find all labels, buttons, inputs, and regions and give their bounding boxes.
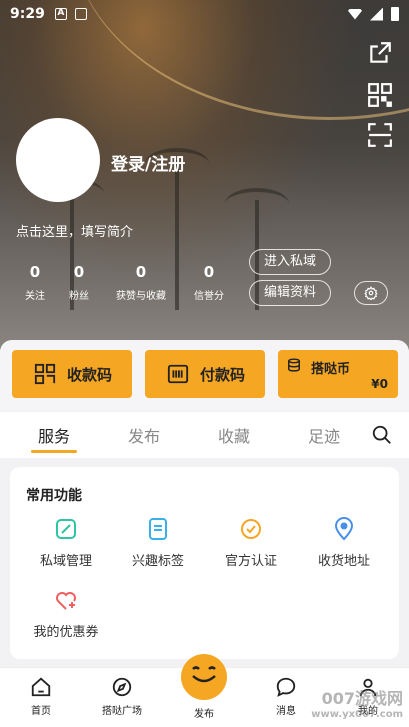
- stat-value: 0: [73, 263, 85, 281]
- compass-icon: [112, 677, 132, 697]
- edit-profile-button[interactable]: 编辑资料: [249, 280, 331, 306]
- stat-value: 0: [203, 263, 215, 281]
- edit-square-icon: [56, 519, 76, 539]
- payment-code-button[interactable]: 付款码: [145, 350, 265, 398]
- check-badge-icon: [241, 519, 261, 539]
- func-label: 官方认证: [224, 554, 277, 569]
- payment-code-label: 付款码: [200, 366, 246, 384]
- nav-messages[interactable]: 消息: [256, 676, 316, 717]
- tab-publish[interactable]: 发布: [128, 423, 160, 447]
- nav-label: 搭哒广场: [102, 706, 142, 717]
- stat-label: 信誉分: [194, 291, 224, 302]
- nav-home[interactable]: 首页: [11, 676, 71, 717]
- func-official-cert[interactable]: 官方认证: [206, 517, 296, 569]
- stat-value: 0: [135, 263, 147, 281]
- func-my-coupons[interactable]: 我的优惠券: [21, 588, 111, 640]
- chat-icon: [276, 677, 296, 697]
- status-bar: 9:29 A: [0, 0, 409, 28]
- location-icon: [334, 517, 354, 541]
- receive-code-button[interactable]: 收款码: [12, 350, 132, 398]
- stat-following[interactable]: 0 关注: [22, 263, 48, 302]
- stat-label: 粉丝: [69, 291, 89, 302]
- coin-label: 搭哒币: [311, 362, 351, 377]
- barcode-icon: [167, 364, 189, 384]
- watermark-brand: 007游戏网: [321, 689, 403, 708]
- receive-code-label: 收款码: [67, 366, 113, 384]
- qr-code-icon[interactable]: [367, 82, 393, 108]
- watermark: 007游戏网 www.yx007.com: [311, 691, 403, 723]
- stat-value: 0: [29, 263, 41, 281]
- common-functions-title: 常用功能: [26, 488, 82, 504]
- document-icon: [149, 518, 167, 540]
- avatar[interactable]: [16, 118, 100, 202]
- content-tabs: 服务 发布 收藏 足迹: [0, 412, 409, 458]
- palm-tree-mid: [145, 148, 209, 310]
- coin-stack-icon: [288, 358, 300, 372]
- notification-app-icon: [74, 8, 87, 20]
- publish-button[interactable]: [181, 654, 227, 700]
- notification-a-icon: A: [54, 8, 67, 20]
- coin-balance-button[interactable]: 搭哒币 ¥0: [278, 350, 398, 398]
- receive-qr-icon: [34, 363, 56, 385]
- func-label: 兴趣标签: [131, 554, 184, 569]
- gear-icon: [364, 286, 378, 300]
- settings-button[interactable]: [354, 281, 388, 305]
- nav-label: 消息: [276, 706, 296, 717]
- stat-credit[interactable]: 0 信誉分: [190, 263, 228, 302]
- signal-icon: [370, 7, 383, 21]
- wifi-icon: [348, 8, 362, 20]
- status-time: 9:29: [10, 6, 45, 22]
- tab-favorites[interactable]: 收藏: [218, 423, 250, 447]
- nav-publish-label[interactable]: 发布: [181, 705, 227, 720]
- nav-label: 首页: [31, 706, 51, 717]
- home-icon: [31, 677, 51, 697]
- bio-prompt[interactable]: 点击这里，填写简介: [16, 221, 133, 240]
- stat-label: 获赞与收藏: [116, 291, 166, 302]
- common-functions-card: 常用功能 私域管理 兴趣标签 官方认证 收货地址 我的优惠券: [10, 467, 399, 659]
- battery-icon: [391, 7, 399, 21]
- tab-service[interactable]: 服务: [38, 423, 70, 447]
- heart-plus-icon: [56, 592, 76, 610]
- func-label: 我的优惠券: [33, 625, 99, 640]
- active-tab-indicator: [31, 450, 77, 453]
- stat-followers[interactable]: 0 粉丝: [66, 263, 92, 302]
- func-label: 私域管理: [39, 554, 92, 569]
- stat-label: 关注: [25, 291, 45, 302]
- tab-footprint[interactable]: 足迹: [308, 423, 340, 447]
- func-label: 收货地址: [317, 554, 370, 569]
- scan-icon[interactable]: [367, 122, 393, 148]
- func-shipping-address[interactable]: 收货地址: [299, 517, 389, 569]
- login-register-link[interactable]: 登录/注册: [111, 150, 185, 175]
- nav-square[interactable]: 搭哒广场: [92, 676, 152, 717]
- enter-private-button[interactable]: 进入私域: [249, 249, 331, 275]
- search-icon[interactable]: [371, 424, 393, 446]
- share-icon[interactable]: [367, 40, 393, 66]
- func-interest-tags[interactable]: 兴趣标签: [113, 517, 203, 569]
- stat-likes[interactable]: 0 获赞与收藏: [112, 263, 170, 302]
- watermark-url: www.yx007.com: [311, 709, 403, 720]
- func-private-domain[interactable]: 私域管理: [21, 517, 111, 569]
- coin-balance: ¥0: [371, 377, 388, 391]
- publish-face-icon: [192, 666, 216, 683]
